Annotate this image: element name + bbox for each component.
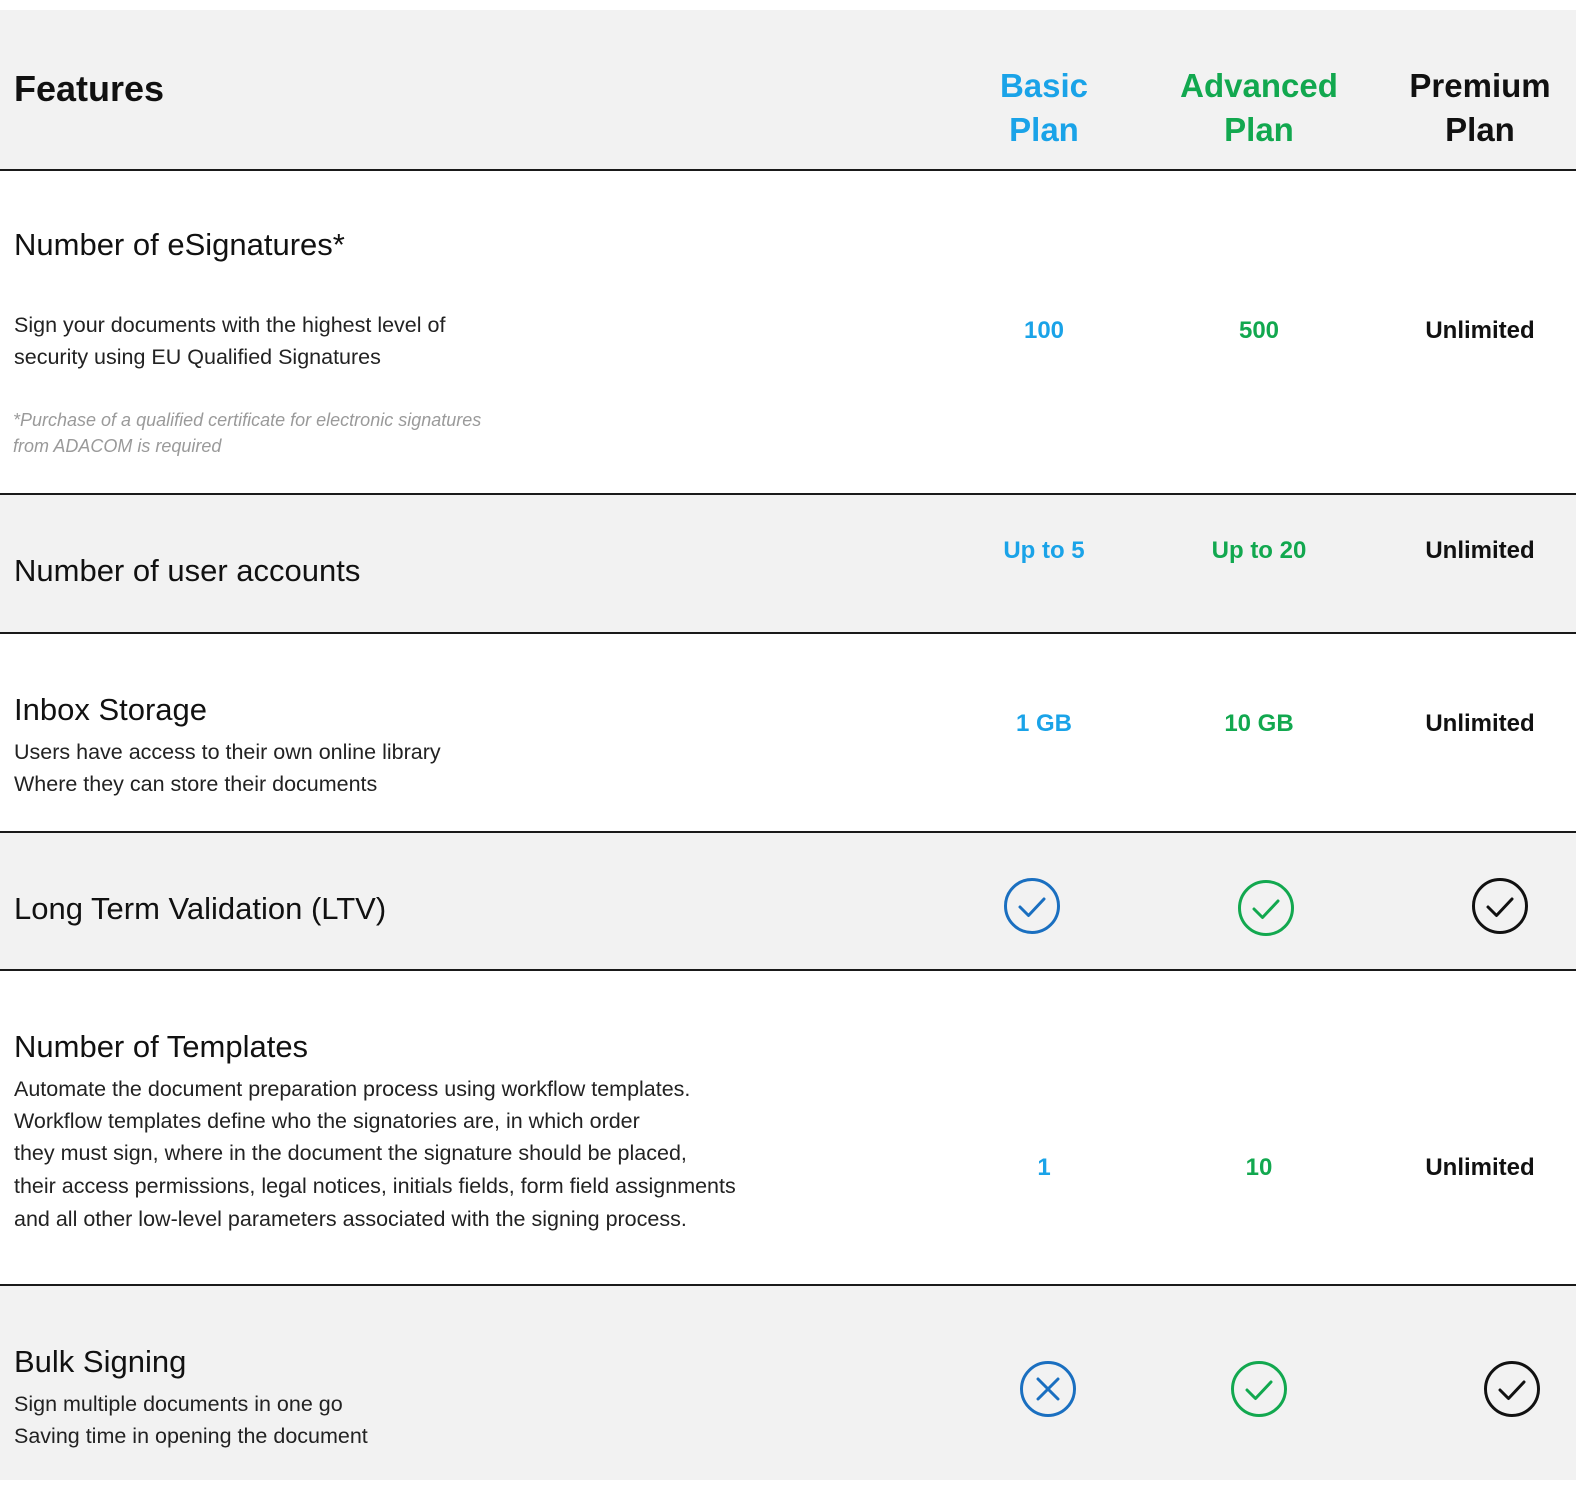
header-row: Features Basic Plan Advanced Plan Premiu… xyxy=(0,10,1576,170)
feature-row-user-accounts: Number of user accounts Up to 5 Up to 20… xyxy=(0,495,1576,633)
feature-footnote-line: from ADACOM is required xyxy=(13,436,222,456)
feature-desc-line: and all other low-level parameters assoc… xyxy=(14,1207,687,1231)
advanced-plan-value: 10 xyxy=(1245,1154,1273,1181)
basic-plan-value: 100 xyxy=(1023,317,1065,344)
advanced-plan-value: 10 GB xyxy=(1224,710,1294,737)
feature-title: Number of eSignatures* xyxy=(14,227,345,262)
basic-plan-value: 1 xyxy=(1037,1154,1051,1181)
premium-plan-heading-line1: Premium xyxy=(1409,67,1551,104)
feature-title: Bulk Signing xyxy=(14,1344,187,1379)
feature-desc-line: they must sign, where in the document th… xyxy=(14,1141,687,1165)
premium-plan-value: Unlimited xyxy=(1425,1154,1535,1181)
features-heading: Features xyxy=(14,68,165,109)
feature-row-ltv: Long Term Validation (LTV) xyxy=(0,833,1576,970)
x-circle-icon xyxy=(1020,1361,1076,1417)
feature-desc-line: Automate the document preparation proces… xyxy=(14,1077,691,1101)
check-circle-icon xyxy=(1004,878,1060,934)
feature-row-inbox-storage: Inbox Storage Users have access to their… xyxy=(0,634,1576,832)
check-circle-icon xyxy=(1472,878,1528,934)
feature-row-templates: Number of Templates Automate the documen… xyxy=(0,971,1576,1285)
feature-desc-line: Where they can store their documents xyxy=(14,772,378,796)
advanced-plan-value: 500 xyxy=(1238,317,1280,344)
premium-plan-value: Unlimited xyxy=(1425,537,1535,564)
advanced-plan-value: Up to 20 xyxy=(1211,537,1307,564)
feature-desc-line: security using EU Qualified Signatures xyxy=(14,345,381,369)
basic-plan-heading: Basic Plan xyxy=(924,64,1164,152)
feature-footnote-line: *Purchase of a qualified certificate for… xyxy=(13,410,482,430)
basic-plan-value: 1 GB xyxy=(1015,710,1072,737)
feature-desc-line: Workflow templates define who the signat… xyxy=(14,1109,640,1133)
feature-row-esignatures: Number of eSignatures* Sign your documen… xyxy=(0,171,1576,494)
feature-desc-line: their access permissions, legal notices,… xyxy=(14,1174,736,1198)
basic-plan-heading-line1: Basic xyxy=(999,67,1089,104)
feature-desc-line: Sign multiple documents in one go xyxy=(14,1392,343,1416)
feature-title: Inbox Storage xyxy=(14,692,208,727)
feature-desc-line: Users have access to their own online li… xyxy=(14,740,441,764)
premium-plan-value: Unlimited xyxy=(1425,317,1535,344)
advanced-plan-heading-line1: Advanced xyxy=(1180,67,1338,104)
advanced-plan-heading: Advanced Plan xyxy=(1139,64,1379,152)
check-circle-icon xyxy=(1231,1361,1287,1417)
premium-plan-value: Unlimited xyxy=(1425,710,1535,737)
feature-title: Long Term Validation (LTV) xyxy=(14,891,387,926)
feature-desc-line: Saving time in opening the document xyxy=(14,1424,368,1448)
premium-plan-heading-line2: Plan xyxy=(1445,111,1515,148)
advanced-plan-heading-line2: Plan xyxy=(1224,111,1294,148)
feature-row-bulk-signing: Bulk Signing Sign multiple documents in … xyxy=(0,1286,1576,1480)
feature-title: Number of Templates xyxy=(14,1029,309,1064)
basic-plan-heading-line2: Plan xyxy=(1009,111,1079,148)
premium-plan-heading: Premium Plan xyxy=(1360,64,1576,152)
feature-title: Number of user accounts xyxy=(14,553,361,588)
check-circle-icon xyxy=(1484,1361,1540,1417)
feature-desc-line: Sign your documents with the highest lev… xyxy=(14,313,446,337)
basic-plan-value: Up to 5 xyxy=(1003,537,1085,564)
check-circle-icon xyxy=(1238,880,1294,936)
